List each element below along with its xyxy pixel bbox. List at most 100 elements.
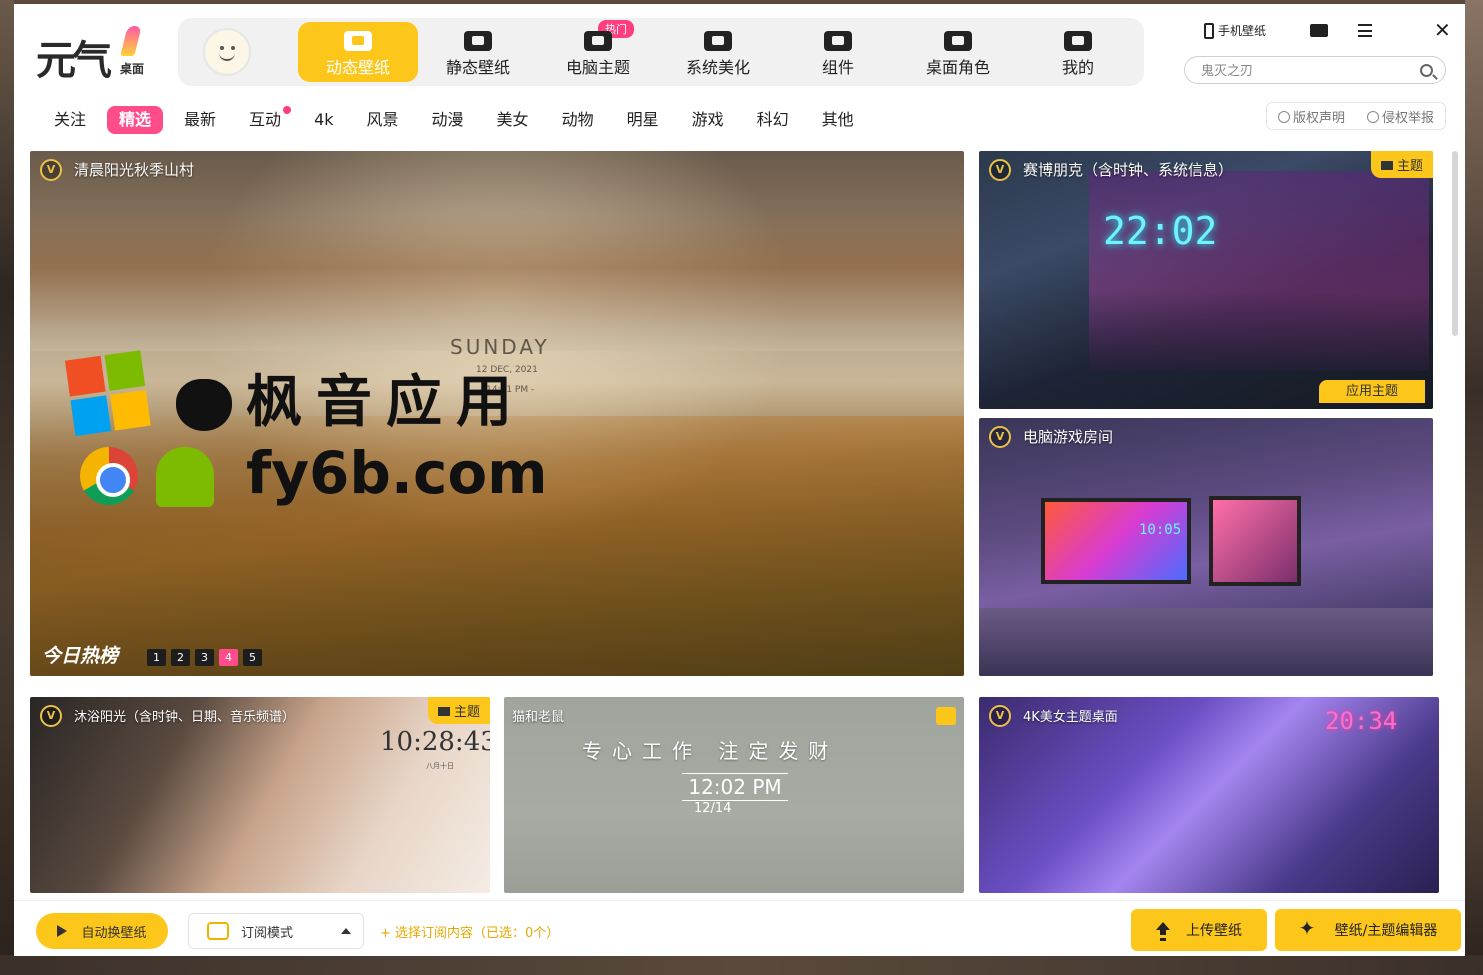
- theme-tag-label: 主题: [1396, 159, 1423, 174]
- card-date: 12/14: [694, 801, 732, 816]
- category-tab[interactable]: 游戏: [680, 106, 736, 134]
- play-icon: [57, 925, 68, 937]
- nav-widgets[interactable]: 组件: [778, 22, 898, 82]
- gaming-room-card[interactable]: 10:05 V 电脑游戏房间: [979, 418, 1433, 676]
- flower-icon: [704, 31, 732, 51]
- watermark-url: fy6b.com: [246, 439, 548, 507]
- avatar-mouth-icon: [219, 53, 235, 61]
- category-tab[interactable]: 4k: [302, 106, 345, 134]
- widget-icon: [824, 31, 852, 51]
- sunbath-theme-card[interactable]: 10:28:43 八月十日 V 沐浴阳光（含时钟、日期、音乐频谱） 主题: [30, 697, 490, 893]
- card-clock: 22:02: [1103, 209, 1218, 253]
- logo-sub: 桌面: [120, 62, 145, 76]
- avatar[interactable]: [203, 28, 251, 76]
- tv-icon: [344, 31, 372, 51]
- crown-icon: [437, 707, 450, 716]
- category-tab[interactable]: 关注: [42, 106, 98, 134]
- chrome-logo-icon: [80, 447, 138, 505]
- card-title: 电脑游戏房间: [1023, 428, 1114, 446]
- paw-icon: [944, 31, 972, 51]
- report-label: 侵权举报: [1381, 110, 1434, 126]
- main-nav: 动态壁纸 静态壁纸 热门 电脑主题 系统美化 组件 桌面角色 我的: [178, 18, 1144, 86]
- theme-tag: 主题: [1370, 151, 1433, 178]
- phone-wallpaper-label: 手机壁纸: [1218, 24, 1267, 38]
- nav-label: 电脑主题: [565, 58, 630, 77]
- card-title: 赛博朋克（含时钟、系统信息）: [1023, 161, 1234, 179]
- wallpaper-editor-button[interactable]: 壁纸/主题编辑器: [1275, 909, 1461, 951]
- card-title: 沐浴阳光（含时钟、日期、音乐频谱）: [74, 710, 296, 725]
- v-badge: V: [40, 159, 62, 181]
- featured-wallpaper-card[interactable]: V 清晨阳光秋季山村 SUNDAY 12 DEC, 2021 - 14:41 P…: [30, 151, 964, 676]
- nav-dynamic-wallpaper[interactable]: 动态壁纸: [298, 22, 418, 82]
- card-date: 八月十日: [426, 762, 454, 770]
- subscription-mode-select[interactable]: 订阅模式: [188, 913, 364, 949]
- upload-label: 上传壁纸: [1186, 923, 1242, 939]
- nav-mine[interactable]: 我的: [1018, 22, 1138, 82]
- close-icon[interactable]: ✕: [1434, 20, 1451, 40]
- pager-item[interactable]: 5: [243, 649, 262, 666]
- tom-and-jerry-card[interactable]: 猫和老鼠 专心工作 注定发财 12:02 PM 12/14: [504, 697, 964, 893]
- category-tab[interactable]: 最新: [172, 106, 228, 134]
- category-tab[interactable]: 精选: [107, 106, 164, 134]
- card-title: 4K美女主题桌面: [1023, 710, 1118, 725]
- pager-item[interactable]: 3: [195, 649, 214, 666]
- upload-wallpaper-button[interactable]: 上传壁纸: [1131, 909, 1267, 951]
- category-tab[interactable]: 动物: [550, 106, 606, 134]
- app-logo: 元气 桌面: [36, 26, 156, 84]
- card-title: 猫和老鼠: [512, 710, 565, 725]
- auto-switch-label: 自动换壁纸: [81, 925, 147, 941]
- desktop-background-right: [1465, 0, 1483, 975]
- avatar-eye-icon: [231, 46, 235, 50]
- face-icon: [1064, 31, 1092, 51]
- editor-label: 壁纸/主题编辑器: [1334, 923, 1438, 939]
- search-icon[interactable]: [1420, 64, 1433, 77]
- theme-tag-label: 主题: [453, 705, 480, 720]
- select-subscription-link[interactable]: + 选择订阅内容（已选：0个）: [380, 922, 559, 941]
- copyright-icon: [1277, 110, 1290, 123]
- nav-desktop-character[interactable]: 桌面角色: [898, 22, 1018, 82]
- category-tab[interactable]: 风景: [355, 106, 411, 134]
- new-dot-icon: [283, 106, 292, 114]
- v-badge: V: [989, 159, 1011, 181]
- bottom-bar: 自动换壁纸 订阅模式 + 选择订阅内容（已选：0个） 上传壁纸 壁纸/主题编辑器: [14, 900, 1465, 956]
- category-tab[interactable]: 互动: [237, 106, 293, 134]
- dynamic-icon: [936, 707, 956, 725]
- report-link[interactable]: 侵权举报: [1366, 107, 1434, 126]
- windows-logo-icon: [64, 350, 153, 438]
- category-tab[interactable]: 动漫: [420, 106, 476, 134]
- cyberpunk-theme-card[interactable]: 22:02 V 赛博朋克（含时钟、系统信息） 主题 应用主题: [979, 151, 1433, 409]
- legal-links: 版权声明 侵权举报: [1266, 102, 1446, 130]
- apply-theme-button[interactable]: 应用主题: [1319, 380, 1425, 403]
- category-tab[interactable]: 其他: [810, 106, 866, 134]
- card-clock: 12:02 PM: [682, 773, 788, 801]
- copyright-label: 版权声明: [1292, 110, 1345, 126]
- v-badge: V: [989, 705, 1011, 727]
- hot-list-label: 今日热榜: [42, 645, 119, 667]
- desktop-background-left: [0, 0, 14, 975]
- alert-icon: [1366, 110, 1379, 123]
- search-input[interactable]: [1201, 61, 1411, 81]
- pager-item[interactable]: 2: [171, 649, 190, 666]
- scrollbar[interactable]: [1452, 151, 1458, 336]
- category-tab[interactable]: 科幻: [745, 106, 801, 134]
- copyright-link[interactable]: 版权声明: [1277, 107, 1345, 126]
- pager-item[interactable]: 1: [147, 649, 166, 666]
- phone-wallpaper-button[interactable]: 手机壁纸: [1204, 22, 1266, 39]
- desktop-background-bottom: [0, 955, 1483, 975]
- category-tab[interactable]: 明星: [615, 106, 671, 134]
- nav-pc-theme[interactable]: 热门 电脑主题: [538, 20, 658, 82]
- subscription-mode-label: 订阅模式: [241, 925, 294, 941]
- menu-icon[interactable]: [1358, 24, 1372, 37]
- category-tab[interactable]: 美女: [485, 106, 541, 134]
- avatar-eye-icon: [220, 46, 224, 50]
- nav-static-wallpaper[interactable]: 静态壁纸: [418, 22, 538, 82]
- nav-system-beautify[interactable]: 系统美化: [658, 22, 778, 82]
- monitor-icon: [584, 31, 612, 51]
- logo-bang-icon: [120, 26, 142, 56]
- auto-switch-wallpaper-button[interactable]: 自动换壁纸: [36, 913, 168, 949]
- pager-item[interactable]: 4: [219, 649, 238, 666]
- mail-icon[interactable]: [1310, 24, 1328, 37]
- 4k-beauty-theme-card[interactable]: 20:34 V 4K美女主题桌面: [979, 697, 1439, 893]
- monitor-image: [1209, 496, 1301, 586]
- nav-label: 静态壁纸: [445, 58, 510, 77]
